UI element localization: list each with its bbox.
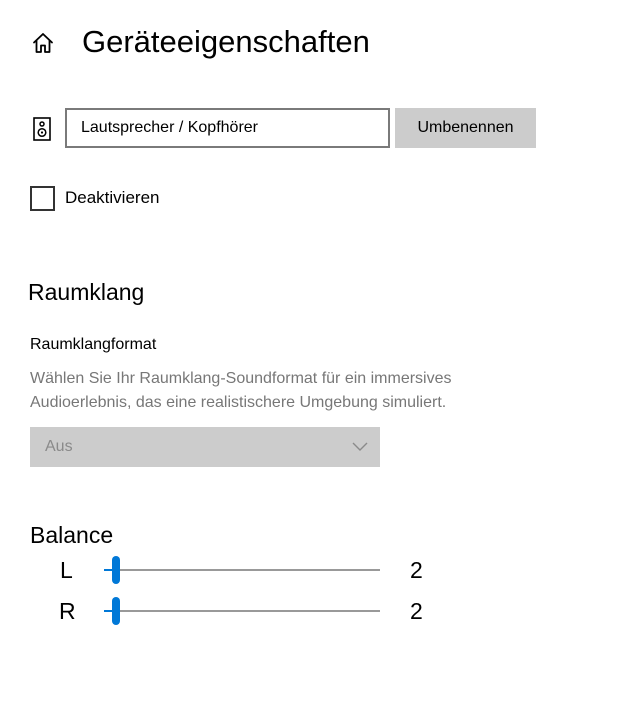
balance-left-slider[interactable] bbox=[104, 556, 380, 584]
slider-track bbox=[104, 610, 380, 612]
page-title: Geräteeigenschaften bbox=[82, 24, 370, 59]
device-name-input[interactable] bbox=[65, 108, 390, 148]
spatial-sound-format-dropdown[interactable]: Aus bbox=[30, 427, 380, 467]
balance-left-value: 2 bbox=[410, 557, 423, 583]
spatial-sound-description: Wählen Sie Ihr Raumklang-Soundformat für… bbox=[30, 370, 452, 411]
balance-right-value: 2 bbox=[410, 598, 423, 624]
spatial-sound-heading: Raumklang bbox=[28, 279, 145, 305]
slider-thumb[interactable] bbox=[112, 556, 120, 584]
balance-right-slider[interactable] bbox=[104, 597, 380, 625]
balance-right-label: R bbox=[59, 598, 76, 624]
spatial-sound-format-label: Raumklangformat bbox=[30, 336, 157, 353]
chevron-down-icon bbox=[352, 442, 368, 451]
rename-button[interactable]: Umbenennen bbox=[395, 108, 536, 148]
slider-thumb[interactable] bbox=[112, 597, 120, 625]
disable-checkbox[interactable] bbox=[30, 186, 55, 211]
slider-track bbox=[104, 569, 380, 571]
home-icon[interactable] bbox=[30, 30, 56, 56]
disable-checkbox-label: Deaktivieren bbox=[65, 188, 160, 207]
balance-left-label: L bbox=[60, 557, 73, 583]
speaker-icon bbox=[33, 117, 51, 141]
dropdown-selected-value: Aus bbox=[45, 438, 73, 455]
balance-heading: Balance bbox=[30, 522, 114, 548]
